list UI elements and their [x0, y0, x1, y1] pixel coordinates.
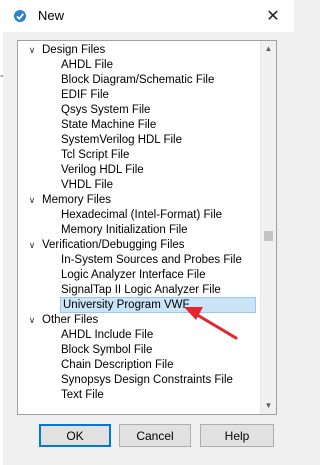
scroll-down-icon[interactable]: ▼: [261, 398, 276, 414]
file-type-label: State Machine File: [61, 119, 157, 131]
file-type-item[interactable]: Memory Initialization File: [18, 223, 260, 238]
file-type-label: EDIF File: [61, 89, 109, 101]
new-file-dialog: New ✕ ∨ Design Files AHDL File Block Diagra…: [3, 0, 294, 465]
file-type-label: Memory Initialization File: [61, 224, 188, 236]
file-type-item[interactable]: Synopsys Design Constraints File: [18, 373, 260, 388]
help-button[interactable]: Help: [200, 424, 274, 447]
file-type-item[interactable]: Chain Description File: [18, 358, 260, 373]
file-type-label: In-System Sources and Probes File: [61, 254, 242, 266]
category-row[interactable]: ∨ Design Files: [18, 43, 260, 58]
file-type-label: SystemVerilog HDL File: [61, 134, 183, 146]
chevron-down-icon[interactable]: ∨: [26, 313, 38, 328]
file-type-item[interactable]: SystemVerilog HDL File: [18, 133, 260, 148]
chevron-down-icon[interactable]: ∨: [26, 193, 38, 208]
chevron-down-icon[interactable]: ∨: [26, 43, 38, 58]
file-type-item[interactable]: AHDL Include File: [18, 328, 260, 343]
file-type-tree: ∨ Design Files AHDL File Block Diagram/Sche…: [18, 43, 260, 403]
category-row[interactable]: ∨ Verification/Debugging Files: [18, 238, 260, 253]
file-type-item[interactable]: Tcl Script File: [18, 148, 260, 163]
file-type-label: University Program VWF: [60, 297, 256, 313]
category-row[interactable]: ∨ Other Files: [18, 313, 260, 328]
file-type-label: VHDL File: [61, 179, 113, 191]
file-type-label: AHDL File: [61, 59, 113, 71]
category-label: Memory Files: [42, 194, 112, 206]
file-type-label: Verilog HDL File: [61, 164, 144, 176]
file-type-label: Qsys System File: [61, 104, 151, 116]
title-bar: New ✕: [3, 0, 294, 32]
file-type-item[interactable]: EDIF File: [18, 88, 260, 103]
file-type-label: Block Symbol File: [61, 344, 153, 356]
ok-button[interactable]: OK: [39, 424, 111, 447]
category-label: Design Files: [42, 44, 106, 56]
file-type-label: Logic Analyzer Interface File: [61, 269, 206, 281]
cancel-button[interactable]: Cancel: [119, 424, 191, 447]
file-type-label: Tcl Script File: [61, 149, 130, 161]
file-type-item[interactable]: University Program VWF: [18, 297, 260, 313]
file-type-label: Block Diagram/Schematic File: [61, 74, 215, 86]
file-type-item[interactable]: VHDL File: [18, 178, 260, 193]
close-button[interactable]: ✕: [260, 4, 286, 28]
scrollbar-thumb[interactable]: [264, 231, 273, 241]
vertical-scrollbar[interactable]: ▲ ▼: [260, 41, 276, 414]
file-type-item[interactable]: Qsys System File: [18, 103, 260, 118]
file-type-label: SignalTap II Logic Analyzer File: [61, 284, 221, 296]
file-type-item[interactable]: Text File: [18, 388, 260, 403]
scroll-up-icon[interactable]: ▲: [261, 41, 276, 57]
file-type-item[interactable]: Block Symbol File: [18, 343, 260, 358]
dialog-title: New: [38, 8, 65, 23]
file-type-item[interactable]: SignalTap II Logic Analyzer File: [18, 283, 260, 298]
file-type-item[interactable]: Block Diagram/Schematic File: [18, 73, 260, 88]
file-type-label: Hexadecimal (Intel-Format) File: [61, 209, 223, 221]
file-type-list-panel: ∨ Design Files AHDL File Block Diagram/Sche…: [17, 40, 277, 415]
file-type-item[interactable]: State Machine File: [18, 118, 260, 133]
category-row[interactable]: ∨ Memory Files: [18, 193, 260, 208]
close-icon: ✕: [266, 8, 280, 25]
quartus-app-icon: [14, 10, 26, 22]
file-type-item[interactable]: Verilog HDL File: [18, 163, 260, 178]
file-type-label: AHDL Include File: [61, 329, 154, 341]
file-type-label: Text File: [61, 389, 104, 401]
category-label: Verification/Debugging Files: [42, 239, 185, 251]
file-type-item[interactable]: AHDL File: [18, 58, 260, 73]
file-type-item[interactable]: In-System Sources and Probes File: [18, 253, 260, 268]
file-type-item[interactable]: Hexadecimal (Intel-Format) File: [18, 208, 260, 223]
file-type-label: Chain Description File: [61, 359, 174, 371]
file-type-label: Synopsys Design Constraints File: [61, 374, 233, 386]
category-label: Other Files: [42, 314, 99, 326]
chevron-down-icon[interactable]: ∨: [26, 238, 38, 253]
file-type-item[interactable]: Logic Analyzer Interface File: [18, 268, 260, 283]
